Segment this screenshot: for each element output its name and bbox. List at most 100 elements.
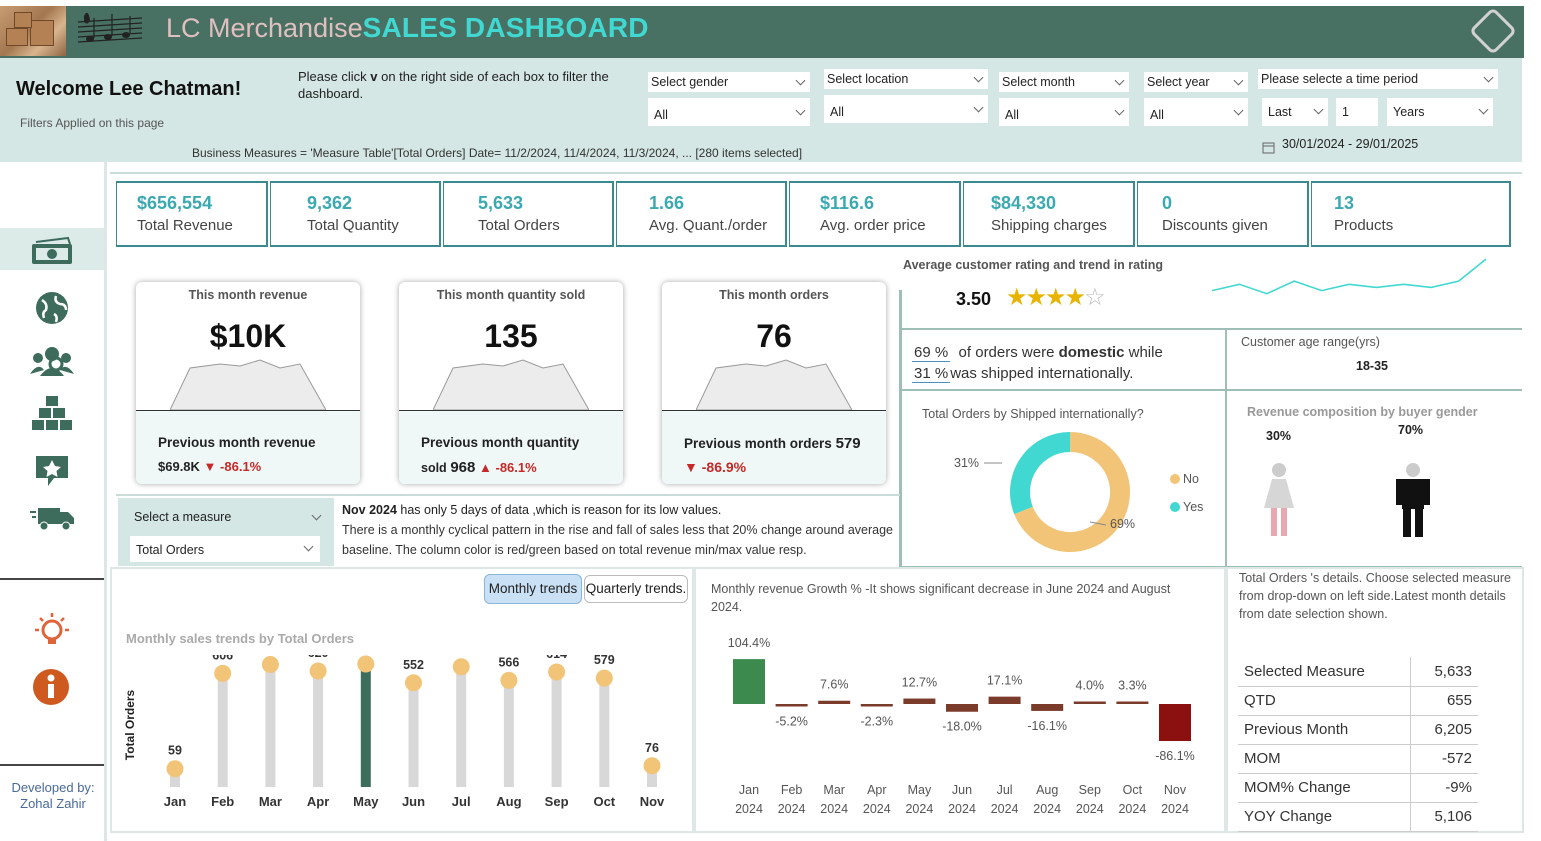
kpi-total-orders: 5,633 Total Orders bbox=[443, 181, 614, 247]
monthly-orders-chart: Total Orders 59Jan606Feb657Mar620Apr660M… bbox=[123, 655, 665, 809]
growth-bar bbox=[903, 698, 936, 704]
kpi-label: Shipping charges bbox=[991, 217, 1107, 234]
bar-value-label: 552 bbox=[403, 658, 424, 672]
rating-star-icon[interactable] bbox=[34, 454, 70, 488]
x-tick-year: 2024 bbox=[1118, 802, 1146, 816]
year-filter-dropdown[interactable]: All bbox=[1144, 98, 1248, 126]
bar-dot bbox=[548, 663, 566, 681]
male-figure-icon bbox=[1396, 463, 1430, 537]
card-month-quantity: This month quantity sold 135 Previous mo… bbox=[399, 282, 623, 484]
gender-filter-dropdown[interactable]: All bbox=[648, 98, 810, 126]
monthly-trends-button[interactable]: Monthly trends bbox=[484, 574, 582, 604]
growth-bar bbox=[946, 704, 978, 712]
x-tick-year: 2024 bbox=[820, 802, 848, 816]
x-tick-year: 2024 bbox=[863, 802, 891, 816]
bar-dot bbox=[357, 655, 375, 673]
kpi-label: Discounts given bbox=[1162, 217, 1268, 234]
domestic-summary: 69 % of orders were domestic while 31 % w… bbox=[912, 342, 1163, 384]
growth-bar bbox=[988, 696, 1021, 704]
customers-icon[interactable] bbox=[30, 344, 74, 378]
card-title: This month orders bbox=[719, 288, 829, 302]
domestic-bold: domestic bbox=[1058, 344, 1125, 361]
period-unit-dropdown[interactable]: Years bbox=[1387, 98, 1493, 126]
empty-star-icon: ☆ bbox=[1084, 284, 1105, 311]
location-filter-label: Select location bbox=[824, 69, 988, 89]
kpi-value: 0 bbox=[1162, 193, 1173, 213]
boxes-icon[interactable] bbox=[32, 394, 72, 432]
x-tick-year: 2024 bbox=[735, 802, 763, 816]
developer-name: Zohal Zahir bbox=[20, 796, 86, 811]
gender-chart-title: Revenue composition by buyer gender bbox=[1247, 405, 1478, 419]
month-filter-dropdown[interactable]: All bbox=[999, 98, 1129, 126]
x-tick-label: Jun bbox=[402, 794, 425, 809]
card-prev-label: Previous month quantity bbox=[421, 435, 580, 450]
female-pct: 30% bbox=[1266, 429, 1292, 443]
location-filter-dropdown[interactable]: All bbox=[824, 95, 988, 123]
card-change: -86.9% bbox=[701, 459, 747, 475]
table-row: MOM% Change -9% bbox=[1238, 773, 1478, 803]
row-label: MOM% Change bbox=[1238, 773, 1411, 803]
measure-dropdown[interactable]: Total Orders bbox=[130, 536, 320, 562]
bar bbox=[313, 670, 324, 787]
domestic-text2: while bbox=[1128, 344, 1163, 361]
filters-applied-link[interactable]: Filters Applied on this page bbox=[20, 116, 164, 130]
bar-dot bbox=[452, 658, 470, 676]
bar-value-label: 566 bbox=[498, 655, 519, 669]
card-prev-value: 579 bbox=[835, 435, 861, 452]
kpi-avg-order-price: $116.6 Avg. order price bbox=[789, 181, 961, 247]
bar bbox=[456, 666, 467, 787]
period-count-input[interactable]: 1 bbox=[1336, 98, 1378, 126]
domestic-line2: 31 % was shipped internationally. bbox=[912, 363, 1163, 384]
kpi-value: 13 bbox=[1334, 193, 1355, 213]
gender-filter[interactable]: Select gender All bbox=[648, 72, 810, 126]
kpi-label: Total Quantity bbox=[307, 217, 399, 234]
growth-value-label: 12.7% bbox=[902, 676, 937, 690]
card-change: -86.1% bbox=[220, 459, 262, 474]
divider bbox=[116, 494, 900, 496]
growth-value-label: 104.4% bbox=[728, 636, 770, 650]
brand-name: LC Merchandise bbox=[166, 13, 363, 43]
donut-slice-yes bbox=[1010, 432, 1071, 515]
age-range-title: Customer age range(yrs) bbox=[1241, 335, 1380, 349]
shipping-chart-title: Total Orders by Shipped internationally? bbox=[922, 407, 1144, 421]
row-value: 5,633 bbox=[1409, 657, 1478, 687]
money-icon[interactable] bbox=[30, 236, 74, 266]
x-tick-label: Oct bbox=[593, 794, 615, 809]
globe-icon[interactable] bbox=[34, 290, 70, 326]
bar-dot bbox=[166, 760, 184, 778]
welcome-message: Welcome Lee Chatman! bbox=[16, 78, 242, 100]
kpi-label: Total Revenue bbox=[137, 217, 233, 234]
table-row: YOY Change 5,106 bbox=[1238, 802, 1478, 832]
year-filter[interactable]: Select year All bbox=[1144, 72, 1248, 126]
legend-no: No bbox=[1183, 472, 1199, 486]
bar bbox=[217, 673, 228, 787]
rating-value: 3.50 bbox=[956, 289, 992, 309]
x-tick-year: 2024 bbox=[905, 802, 933, 816]
instr-pre: Please click bbox=[298, 69, 371, 84]
period-mode-dropdown[interactable]: Last bbox=[1262, 98, 1328, 126]
month-filter[interactable]: Select month All bbox=[999, 72, 1129, 126]
info-icon[interactable] bbox=[32, 668, 70, 706]
x-tick-label: Mar bbox=[259, 794, 282, 809]
measure-selector[interactable]: Select a measure Total Orders bbox=[118, 498, 334, 566]
bar-value-label: 579 bbox=[594, 655, 615, 667]
card-lower: Previous month orders 579 ▼ -86.9% bbox=[662, 410, 886, 484]
divider bbox=[900, 389, 1522, 391]
x-tick-month: Nov bbox=[1164, 783, 1187, 797]
bar bbox=[551, 671, 562, 787]
table-row: Selected Measure 5,633 bbox=[1238, 657, 1478, 687]
card-month-revenue: This month revenue $10K Previous month r… bbox=[136, 282, 360, 484]
bar-dot bbox=[500, 671, 518, 689]
x-tick-label: Sep bbox=[545, 794, 569, 809]
dashboard-title: SALES DASHBOARD bbox=[362, 12, 649, 43]
delivery-truck-icon[interactable] bbox=[30, 506, 74, 532]
card-prev-label: Previous month orders bbox=[684, 436, 832, 451]
quarterly-trends-button[interactable]: Quarterly trends. bbox=[584, 575, 688, 603]
lightbulb-icon[interactable] bbox=[34, 612, 70, 648]
card-prev-row: $69.8K ▼ -86.1% bbox=[158, 459, 261, 474]
kpi-avg-quantity: 1.66 Avg. Quant./order bbox=[616, 181, 787, 247]
date-range[interactable]: 30/01/2024 - 29/01/2025 bbox=[1282, 137, 1418, 151]
period-filter[interactable]: Please selecte a time period bbox=[1258, 69, 1498, 89]
bar-value-label: 59 bbox=[168, 744, 182, 758]
location-filter[interactable]: Select location All bbox=[824, 69, 988, 123]
